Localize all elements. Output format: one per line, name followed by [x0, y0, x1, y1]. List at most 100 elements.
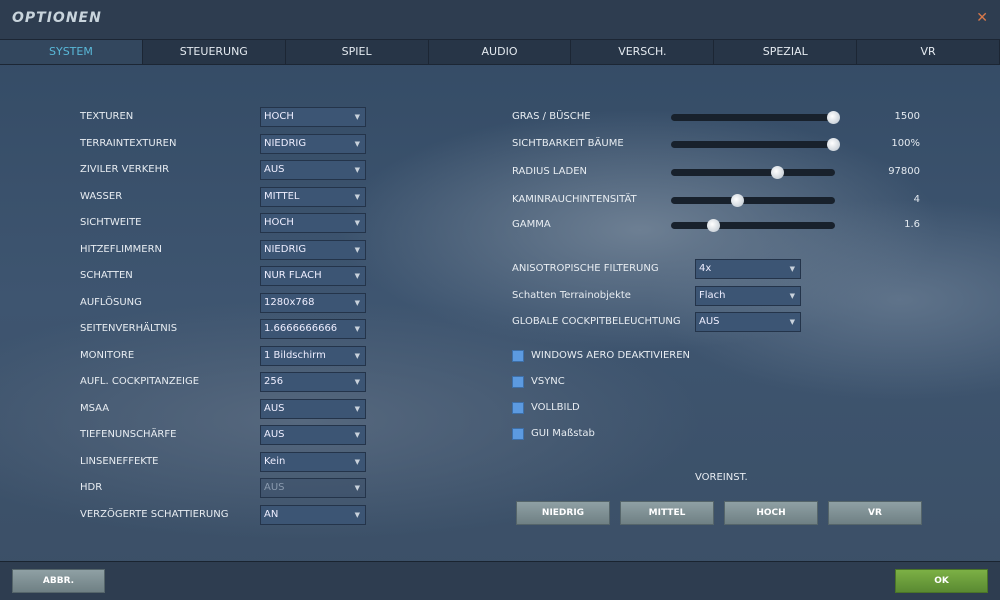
tab-spezial[interactable]: SPEZIAL — [714, 40, 858, 64]
setting-label: ANISOTROPISCHE FILTERUNG — [512, 263, 659, 274]
window-title: OPTIONEN — [12, 10, 102, 26]
slider-value: 97800 — [888, 166, 920, 177]
tab-spiel[interactable]: SPIEL — [286, 40, 429, 64]
setting-dropdown[interactable]: MITTEL ▼ — [260, 186, 366, 207]
checkbox[interactable] — [512, 428, 524, 440]
chevron-down-icon: ▼ — [354, 510, 360, 519]
setting-label: TIEFENUNSCHÄRFE — [80, 429, 177, 440]
setting-label: MSAA — [80, 402, 110, 414]
setting-dropdown[interactable]: AUS ▼ — [260, 398, 366, 419]
ok-button[interactable]: OK — [895, 569, 988, 593]
setting-dropdown[interactable]: 4x ▼ — [695, 259, 801, 279]
slider-handle[interactable] — [731, 194, 744, 207]
slider-track[interactable] — [671, 194, 835, 207]
setting-label: TERRAINTEXTUREN — [80, 137, 177, 149]
setting-label: TEXTUREN — [80, 111, 134, 122]
slider-track[interactable] — [671, 138, 840, 151]
dropdown-value: Kein — [264, 455, 286, 467]
dropdown-value: AUS — [699, 316, 720, 327]
preset-button-vr[interactable]: VR — [828, 501, 922, 525]
dropdown-value: NIEDRIG — [264, 243, 307, 255]
cancel-button[interactable]: ABBR. — [12, 569, 105, 593]
setting-dropdown[interactable]: 1.6666666666 ▼ — [260, 319, 366, 339]
checkbox[interactable] — [512, 402, 524, 414]
dropdown-value: AUS — [264, 402, 285, 414]
setting-label: AUFL. COCKPITANZEIGE — [80, 376, 200, 387]
checkbox[interactable] — [512, 376, 524, 388]
dropdown-value: AUS — [264, 429, 285, 440]
setting-label: GLOBALE COCKPITBELEUCHTUNG — [512, 316, 681, 327]
slider-label: GAMMA — [512, 219, 551, 230]
setting-label: SEITENVERHÄLTNIS — [80, 323, 178, 334]
slider-handle[interactable] — [827, 138, 840, 151]
setting-label: SICHTWEITE — [80, 217, 142, 228]
setting-dropdown[interactable]: NIEDRIG ▼ — [260, 133, 366, 154]
chevron-down-icon: ▼ — [789, 291, 795, 300]
slider-track[interactable] — [671, 166, 835, 179]
slider-handle[interactable] — [707, 219, 720, 232]
dropdown-value: AN — [264, 508, 279, 520]
setting-label: ZIVILER VERKEHR — [80, 164, 170, 175]
chevron-down-icon: ▼ — [354, 113, 360, 121]
preset-button-niedrig[interactable]: NIEDRIG — [516, 501, 610, 525]
slider-label: KAMINRAUCHINTENSITÄT — [512, 194, 637, 205]
tab-steuerung[interactable]: STEUERUNG — [143, 40, 286, 64]
chevron-down-icon: ▼ — [354, 431, 360, 439]
tab-vr[interactable]: VR — [857, 40, 1000, 64]
tab-system[interactable]: SYSTEM — [0, 40, 143, 64]
setting-dropdown[interactable]: NUR FLACH ▼ — [260, 266, 366, 286]
chevron-down-icon: ▼ — [354, 351, 360, 360]
slider-track[interactable] — [671, 111, 840, 124]
dropdown-value: NUR FLACH — [264, 270, 322, 281]
dropdown-value: 4x — [699, 263, 712, 274]
setting-dropdown[interactable]: HOCH ▼ — [260, 213, 366, 233]
checkbox-label: GUI Maßstab — [531, 428, 595, 439]
chevron-down-icon: ▼ — [354, 378, 360, 386]
title-bar: OPTIONEN ✕ — [0, 0, 1000, 39]
setting-dropdown[interactable]: Flach ▼ — [695, 285, 801, 306]
checkbox-label: VSYNC — [531, 376, 565, 387]
slider-track[interactable] — [671, 219, 835, 232]
setting-dropdown[interactable]: Kein ▼ — [260, 451, 366, 472]
setting-label: SCHATTEN — [80, 270, 133, 281]
setting-dropdown: AUS ▼ — [260, 478, 366, 498]
setting-label: WASSER — [80, 190, 123, 202]
setting-label: AUFLÖSUNG — [80, 296, 142, 308]
setting-label: HDR — [80, 482, 103, 493]
tab-bar: SYSTEM STEUERUNG SPIEL AUDIO VERSCH. SPEZIAL V… — [0, 39, 1000, 65]
setting-dropdown[interactable]: AUS ▼ — [260, 160, 366, 180]
setting-label: LINSENEFFEKTE — [80, 455, 159, 467]
tab-audio[interactable]: AUDIO — [429, 40, 572, 64]
setting-dropdown[interactable]: AUS ▼ — [260, 425, 366, 445]
dropdown-value: HOCH — [264, 111, 294, 122]
setting-label: VERZÖGERTE SCHATTIERUNG — [80, 508, 229, 520]
close-icon[interactable]: ✕ — [976, 10, 988, 26]
chevron-down-icon: ▼ — [354, 457, 360, 466]
chevron-down-icon: ▼ — [354, 245, 360, 254]
checkbox[interactable] — [512, 350, 524, 362]
footer: ABBR. OK — [0, 561, 1000, 600]
setting-label: MONITORE — [80, 349, 135, 361]
slider-handle[interactable] — [771, 166, 784, 179]
setting-dropdown[interactable]: 256 ▼ — [260, 372, 366, 392]
dropdown-value: NIEDRIG — [264, 137, 307, 149]
presets-label: VOREINST. — [695, 472, 748, 483]
tab-versch[interactable]: VERSCH. — [571, 40, 715, 64]
slider-value: 100% — [891, 138, 920, 149]
setting-dropdown[interactable]: AUS ▼ — [695, 312, 801, 332]
chevron-down-icon: ▼ — [354, 484, 360, 492]
checkbox-label: WINDOWS AERO DEAKTIVIEREN — [531, 350, 691, 361]
setting-dropdown[interactable]: AN ▼ — [260, 504, 366, 525]
setting-dropdown[interactable]: HOCH ▼ — [260, 107, 366, 127]
setting-dropdown[interactable]: NIEDRIG ▼ — [260, 239, 366, 260]
dropdown-value: Flach — [699, 289, 726, 301]
dropdown-value: 1.6666666666 — [264, 323, 338, 334]
chevron-down-icon: ▼ — [789, 318, 795, 326]
preset-button-hoch[interactable]: HOCH — [724, 501, 818, 525]
dropdown-value: MITTEL — [264, 190, 300, 202]
slider-handle[interactable] — [827, 111, 840, 124]
slider-label: GRAS / BÜSCHE — [512, 111, 591, 122]
setting-dropdown[interactable]: 1280x768 ▼ — [260, 292, 366, 313]
preset-button-mittel[interactable]: MITTEL — [620, 501, 714, 525]
setting-dropdown[interactable]: 1 Bildschirm ▼ — [260, 345, 366, 366]
